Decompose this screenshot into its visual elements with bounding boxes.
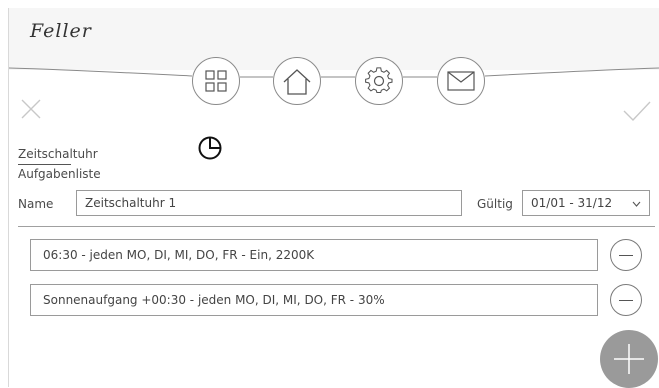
tab-zeitschaltuhr[interactable]: Zeitschaltuhr bbox=[18, 147, 98, 161]
home-icon bbox=[283, 69, 311, 95]
validity-range-select[interactable]: 01/01 - 31/12 bbox=[522, 190, 650, 216]
mail-icon bbox=[447, 71, 475, 91]
validity-range-value: 01/01 - 31/12 bbox=[531, 196, 613, 210]
nav-home-button[interactable] bbox=[273, 57, 321, 105]
remove-task-2-button[interactable] bbox=[610, 284, 642, 316]
remove-task-1-button[interactable] bbox=[610, 239, 642, 271]
grid-icon bbox=[205, 70, 227, 92]
gear-icon bbox=[365, 67, 393, 94]
confirm-check-icon[interactable] bbox=[622, 100, 652, 122]
plus-icon bbox=[614, 344, 644, 374]
task-row-2[interactable]: Sonnenaufgang +00:30 - jeden MO, DI, MI,… bbox=[30, 284, 598, 316]
gueltig-label: Gültig bbox=[477, 197, 513, 211]
active-tab-underline bbox=[18, 164, 71, 165]
section-divider bbox=[18, 226, 655, 227]
nav-dashboard-button[interactable] bbox=[192, 57, 240, 105]
nav-messages-button[interactable] bbox=[437, 57, 485, 105]
name-label: Name bbox=[18, 197, 54, 211]
close-icon[interactable] bbox=[20, 98, 42, 120]
task-row-1[interactable]: 06:30 - jeden MO, DI, MI, DO, FR - Ein, … bbox=[30, 239, 598, 271]
add-task-button[interactable] bbox=[600, 330, 658, 388]
timer-clock-icon bbox=[198, 136, 222, 160]
name-field[interactable]: Zeitschaltuhr 1 bbox=[76, 190, 462, 216]
tab-aufgabenliste[interactable]: Aufgabenliste bbox=[18, 167, 101, 181]
nav-divider-line bbox=[8, 67, 659, 78]
chevron-down-icon bbox=[632, 201, 641, 207]
nav-settings-button[interactable] bbox=[355, 57, 403, 105]
